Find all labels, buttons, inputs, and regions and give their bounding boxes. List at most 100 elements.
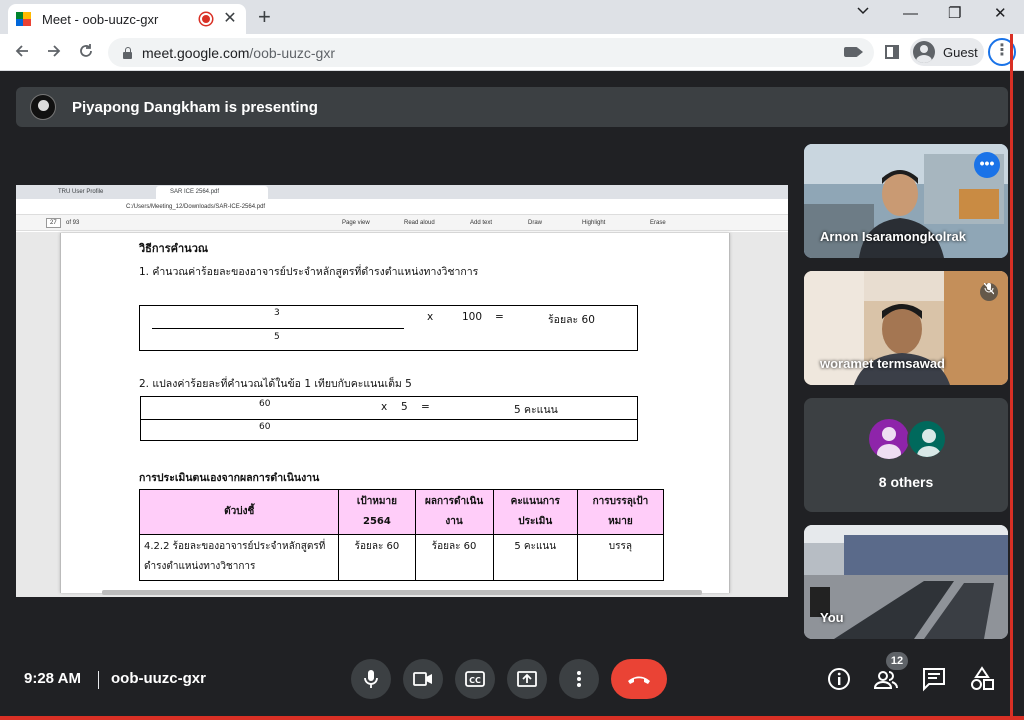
back-button[interactable] <box>10 41 34 65</box>
shared-tab-2: SAR ICE 2564.pdf <box>156 186 268 199</box>
formula2-equals: = <box>421 401 430 413</box>
more-options-menu-button[interactable] <box>559 659 599 699</box>
forward-button[interactable] <box>42 41 66 65</box>
meeting-code: oob-uuzc-gxr <box>111 670 206 687</box>
formula1-hundred: 100 <box>462 311 483 323</box>
pdf-erase: Erase <box>650 220 666 226</box>
formula2-fraction-bar <box>141 419 638 420</box>
restore-button[interactable]: ❐ <box>948 4 961 24</box>
formula1-times: x <box>427 311 434 323</box>
camera-button[interactable] <box>403 659 443 699</box>
new-tab-button[interactable]: + <box>258 6 271 28</box>
participant-tile-2[interactable]: woramet termsawad <box>804 271 1008 385</box>
browser-tab-strip: Meet - oob-uuzc-gxr ✕ + — ❐ ✕ <box>0 0 1024 34</box>
evaluation-table: ตัวบ่งชี้ เป้าหมาย 2564 ผลการดำเนินงาน ค… <box>138 489 665 581</box>
formula1-fraction-bar <box>152 328 404 329</box>
pdf-highlight: Highlight <box>582 220 606 226</box>
svg-text:CC: CC <box>469 676 481 685</box>
shared-screen: TRU User Profile SAR ICE 2564.pdf C:/Use… <box>16 185 788 597</box>
pdf-page-view: Page view <box>342 220 370 226</box>
activities-icon <box>971 666 994 690</box>
side-panel-icon[interactable] <box>885 45 899 59</box>
pdf-toolbar: 27 of 93 Page view Read aloud Add text D… <box>16 215 788 231</box>
doc-step-1: 1. คำนวณค่าร้อยละของอาจารย์ประจำหลักสูตร… <box>139 266 479 278</box>
pdf-page-number: 27 <box>46 218 61 228</box>
presenter-banner: Piyapong Dangkham is presenting <box>16 87 1008 127</box>
captions-button[interactable]: CC <box>455 659 495 699</box>
meeting-time: 9:28 AM <box>24 670 81 687</box>
table-row: 4.2.2 ร้อยละของอาจารย์ประจำหลักสูตรที่ดำ… <box>138 534 665 581</box>
tab-title: Meet - oob-uuzc-gxr <box>42 11 159 27</box>
lock-icon <box>122 46 132 59</box>
hang-up-icon <box>628 676 650 684</box>
recording-indicator-icon <box>200 13 212 25</box>
table-cell: ร้อยละ 60 <box>338 534 416 581</box>
formula2-result: 5 คะแนน <box>514 404 558 416</box>
pdf-page: วิธีการคำนวณ 1. คำนวณค่าร้อยละของอาจารย์… <box>60 233 730 593</box>
microphone-button[interactable] <box>351 659 391 699</box>
pdf-horizontal-scrollbar[interactable] <box>102 590 702 595</box>
screen-share-border <box>1010 34 1013 720</box>
address-bar[interactable]: meet.google.com/oob-uuzc-gxr <box>108 38 874 67</box>
participant-name: woramet termsawad <box>820 356 945 371</box>
activities-button[interactable] <box>969 666 995 692</box>
participant-tile-1[interactable]: ••• Arnon Isaramongkolrak <box>804 144 1008 258</box>
formula-box-2: 60 60 x 5 = 5 คะแนน <box>140 396 638 441</box>
pdf-page-total: of 93 <box>66 220 80 226</box>
more-options-button[interactable]: ••• <box>974 152 1000 178</box>
close-window-button[interactable]: ✕ <box>994 4 1007 24</box>
table-header-cell: การบรรลุเป้าหมาย <box>576 489 665 535</box>
microphone-icon <box>364 670 378 688</box>
table-header-cell: คะแนนการประเมิน <box>492 489 578 535</box>
mic-off-icon <box>980 282 998 301</box>
doc-step-2: 2. แปลงค่าร้อยละที่คำนวณได้ในข้อ 1 เทียบ… <box>139 378 412 390</box>
shared-address-bar: C:/Users/Meeting_12/Downloads/SAR-ICE-25… <box>16 199 788 215</box>
pdf-draw: Draw <box>528 220 543 226</box>
participant-name: Arnon Isaramongkolrak <box>820 229 966 244</box>
camera-permission-icon[interactable] <box>844 47 863 57</box>
chat-button[interactable] <box>921 666 947 692</box>
self-tile[interactable]: You <box>804 525 1008 639</box>
doc-heading: วิธีการคำนวณ <box>139 242 209 255</box>
formula1-equals: = <box>495 311 504 323</box>
google-meet-icon <box>16 12 32 26</box>
camera-icon <box>413 672 432 686</box>
meeting-details-button[interactable] <box>826 666 852 692</box>
table-cell: 5 คะแนน <box>492 534 578 581</box>
info-icon <box>828 668 850 690</box>
presenter-avatar <box>30 94 56 120</box>
browser-toolbar: meet.google.com/oob-uuzc-gxr <box>0 34 1024 71</box>
formula1-numerator: 3 <box>274 308 280 318</box>
table-cell: 4.2.2 ร้อยละของอาจารย์ประจำหลักสูตรที่ดำ… <box>138 534 340 581</box>
formula-box-1: 3 5 x 100 = ร้อยละ 60 <box>139 305 638 351</box>
self-label: You <box>820 610 844 625</box>
shared-tab-1: TRU User Profile <box>58 189 104 195</box>
tab-close-icon[interactable]: ✕ <box>222 11 238 27</box>
formula2-times: x <box>381 401 388 413</box>
formula1-result: ร้อยละ 60 <box>548 314 595 326</box>
table-header-row: ตัวบ่งชี้ เป้าหมาย 2564 ผลการดำเนินงาน ค… <box>138 489 665 535</box>
minimize-button[interactable]: — <box>903 4 918 24</box>
profile-button[interactable]: Guest <box>910 38 984 66</box>
pdf-add-text: Add text <box>470 220 493 226</box>
formula2-numerator: 60 <box>259 399 271 409</box>
more-vert-icon <box>577 671 581 687</box>
present-screen-button[interactable] <box>507 659 547 699</box>
chat-icon <box>923 668 945 692</box>
url-path: /oob-uuzc-gxr <box>249 44 335 61</box>
tab-search-icon[interactable] <box>856 4 870 24</box>
present-icon <box>517 671 537 687</box>
screen-share-border-bottom <box>0 716 1024 720</box>
formula2-five: 5 <box>401 401 408 413</box>
leave-call-button[interactable] <box>611 659 667 699</box>
people-count-badge: 12 <box>886 652 908 670</box>
profile-label: Guest <box>943 44 978 60</box>
shared-tab-strip: TRU User Profile SAR ICE 2564.pdf <box>16 185 788 199</box>
reload-button[interactable] <box>74 41 98 65</box>
browser-tab-meet[interactable]: Meet - oob-uuzc-gxr ✕ <box>8 4 246 34</box>
table-cell: ร้อยละ 60 <box>414 534 494 581</box>
others-tile[interactable]: 8 others <box>804 398 1008 512</box>
url-host: meet.google.com <box>142 44 250 61</box>
others-count-label: 8 others <box>878 474 934 490</box>
shared-address-text: C:/Users/Meeting_12/Downloads/SAR-ICE-25… <box>126 204 266 210</box>
